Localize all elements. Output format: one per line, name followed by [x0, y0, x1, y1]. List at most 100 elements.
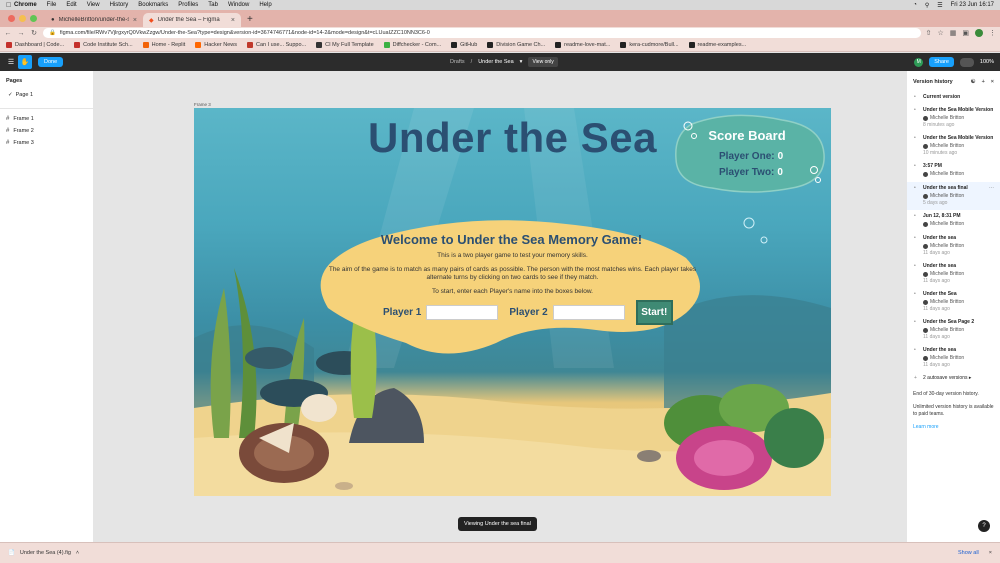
learn-more-link[interactable]: Learn more — [913, 424, 994, 431]
download-item[interactable]: 📄 Under the Sea (4).fig ˄ — [8, 550, 79, 556]
tab-figma[interactable]: ◆ Under the Sea – Figma × — [143, 13, 241, 27]
author-avatar — [923, 221, 928, 227]
canvas-frame-label[interactable]: Frame 3 — [194, 102, 211, 107]
bookmark-item[interactable]: kera-cudmore/Bull... — [620, 42, 679, 48]
menubar-datetime[interactable]: Fri 23 Jun 16:17 — [951, 2, 994, 8]
layer-frame-1[interactable]: # Frame 1 — [0, 113, 93, 125]
file-name[interactable]: Under the Sea — [478, 59, 513, 65]
search-icon[interactable]: ⚲ — [925, 2, 929, 9]
version-time: 5 days ago — [923, 200, 948, 206]
share-page-icon[interactable]: ⇧ — [926, 29, 932, 37]
close-icon[interactable]: × — [133, 17, 137, 24]
version-current[interactable]: • Current version — [907, 91, 1000, 104]
canvas[interactable]: Frame 3 Under the Sea Score Board Player… — [94, 71, 906, 542]
back-icon[interactable]: ← — [4, 30, 12, 37]
more-icon[interactable]: ⋯ — [989, 185, 994, 191]
menu-profiles[interactable]: Profiles — [178, 2, 198, 8]
bookmark-label: readme-love-mat... — [564, 42, 611, 48]
sidepanel-icon[interactable]: ▣ — [962, 29, 969, 37]
bookmark-item[interactable]: Code Institute Sch... — [74, 42, 133, 48]
menu-view[interactable]: View — [87, 2, 100, 8]
tab-github[interactable]: ● MichelleBritton/under-the-sea × — [45, 13, 143, 27]
version-item[interactable]: • Under the Sea Mobile Version Michelle Br… — [907, 132, 1000, 160]
reload-icon[interactable]: ↻ — [30, 29, 38, 37]
version-item[interactable]: • Under the Sea Michelle Britton 11 days ag… — [907, 288, 1000, 316]
more-menu-icon[interactable]: ⋮ — [989, 29, 996, 37]
apple-icon[interactable]:  — [6, 2, 14, 9]
bookmark-favicon-icon — [6, 42, 12, 48]
profile-avatar[interactable] — [975, 29, 983, 37]
bookmark-item[interactable]: Hacker News — [195, 42, 237, 48]
bookmark-item[interactable]: Home - Replit — [142, 42, 185, 48]
bookmark-item[interactable]: Diffchecker - Com... — [383, 42, 441, 48]
player-2-input[interactable] — [552, 305, 625, 320]
bookmark-label: GitHub — [460, 42, 478, 48]
zoom-window-icon[interactable] — [30, 15, 37, 22]
version-item[interactable]: • Jun 12, 8:31 PM Michelle Britton — [907, 210, 1000, 232]
main-menu-icon[interactable]: ☰ — [4, 55, 18, 69]
close-icon[interactable]: × — [991, 79, 994, 85]
close-icon[interactable]: × — [989, 550, 992, 556]
chevron-down-icon[interactable]: ▾ — [520, 59, 523, 65]
page-item[interactable]: ✓ Page 1 — [0, 88, 93, 102]
menu-bookmarks[interactable]: Bookmarks — [138, 2, 168, 8]
control-center-icon[interactable]: ☰ — [937, 2, 942, 9]
bookmark-favicon-icon — [688, 42, 695, 48]
bookmark-favicon-icon — [555, 42, 562, 48]
player-1-input[interactable] — [426, 305, 499, 320]
version-time: 11 days ago — [923, 278, 950, 284]
version-history-footer: End of 30-day version history. Unlimited… — [907, 385, 1000, 437]
done-button[interactable]: Done — [38, 57, 64, 67]
game-frame[interactable]: Under the Sea Score Board Player One: 0 P… — [194, 108, 831, 496]
bookmark-star-icon[interactable]: ☆ — [937, 29, 943, 37]
menu-edit[interactable]: Edit — [66, 2, 76, 8]
forward-icon[interactable]: → — [17, 30, 25, 37]
layer-frame-3[interactable]: # Frame 3 — [0, 137, 93, 149]
version-item[interactable]: • Under the sea final Michelle Britton 5 da… — [907, 182, 1000, 210]
add-icon[interactable]: + — [982, 79, 985, 85]
menu-file[interactable]: File — [47, 2, 57, 8]
chevron-up-icon[interactable]: ˄ — [76, 550, 79, 556]
filter-icon[interactable]: ☯ — [971, 79, 976, 85]
menu-history[interactable]: History — [110, 2, 129, 8]
avatar[interactable]: M — [914, 57, 924, 67]
start-button[interactable]: Start! — [635, 300, 673, 325]
new-tab-icon[interactable]: + — [247, 14, 253, 25]
version-item[interactable]: • Under the sea Michelle Britton 11 days ag… — [907, 344, 1000, 372]
url-bar[interactable]: 🔒 figma.com/file/RWv7VjlrgxyrQ0VkwZzgw/U… — [43, 28, 921, 38]
bookmark-item[interactable]: readme-love-mat... — [555, 42, 610, 48]
version-author: Michelle Britton — [923, 143, 994, 149]
help-icon[interactable]: ? — [978, 520, 990, 532]
bookmark-item[interactable]: CI My Full Template — [316, 42, 374, 48]
bookmark-item[interactable]: Division Game Ch... — [487, 42, 545, 48]
version-item[interactable]: • Under the sea Michelle Britton 11 days ag… — [907, 260, 1000, 288]
autosave-versions[interactable]: + 2 autosave versions ▸ — [907, 372, 1000, 385]
present-icon[interactable] — [959, 57, 974, 67]
close-icon[interactable]: × — [231, 17, 235, 24]
bookmark-item[interactable]: Dashboard | Code... — [6, 42, 64, 48]
layer-frame-2[interactable]: # Frame 2 — [0, 125, 93, 137]
viewing-toast: Viewing Under the sea final — [458, 517, 537, 531]
menu-app-name[interactable]: Chrome — [14, 2, 37, 8]
minimize-window-icon[interactable] — [19, 15, 26, 22]
breadcrumb-drafts[interactable]: Drafts — [450, 59, 465, 65]
version-time: 8 minutes ago — [923, 122, 955, 128]
bookmark-item[interactable]: readme-examples... — [688, 42, 746, 48]
extensions-icon[interactable]: ▦ — [950, 29, 957, 37]
close-window-icon[interactable] — [8, 15, 15, 22]
bookmark-item[interactable]: GitHub — [451, 42, 477, 48]
version-item[interactable]: • Under the Sea Mobile Version Michelle Br… — [907, 104, 1000, 132]
version-item[interactable]: • 3:57 PM Michelle Britton — [907, 160, 1000, 182]
version-item[interactable]: • Under the sea Michelle Britton 11 days ag… — [907, 232, 1000, 260]
hand-tool-icon[interactable]: ✋ — [18, 55, 32, 69]
menu-tab[interactable]: Tab — [208, 2, 218, 8]
check-icon: ✓ — [8, 92, 13, 98]
share-button[interactable]: Share — [929, 57, 954, 67]
version-item[interactable]: • Under the Sea Page 2 Michelle Britton 11 … — [907, 316, 1000, 344]
bookmark-item[interactable]: Can I use... Suppo... — [246, 42, 306, 48]
zoom-level[interactable]: 100% — [980, 59, 994, 65]
wifi-icon[interactable]: ◔ — [913, 2, 917, 8]
menu-window[interactable]: Window — [228, 2, 249, 8]
menu-help[interactable]: Help — [259, 2, 271, 8]
show-all-button[interactable]: Show all — [958, 550, 979, 556]
